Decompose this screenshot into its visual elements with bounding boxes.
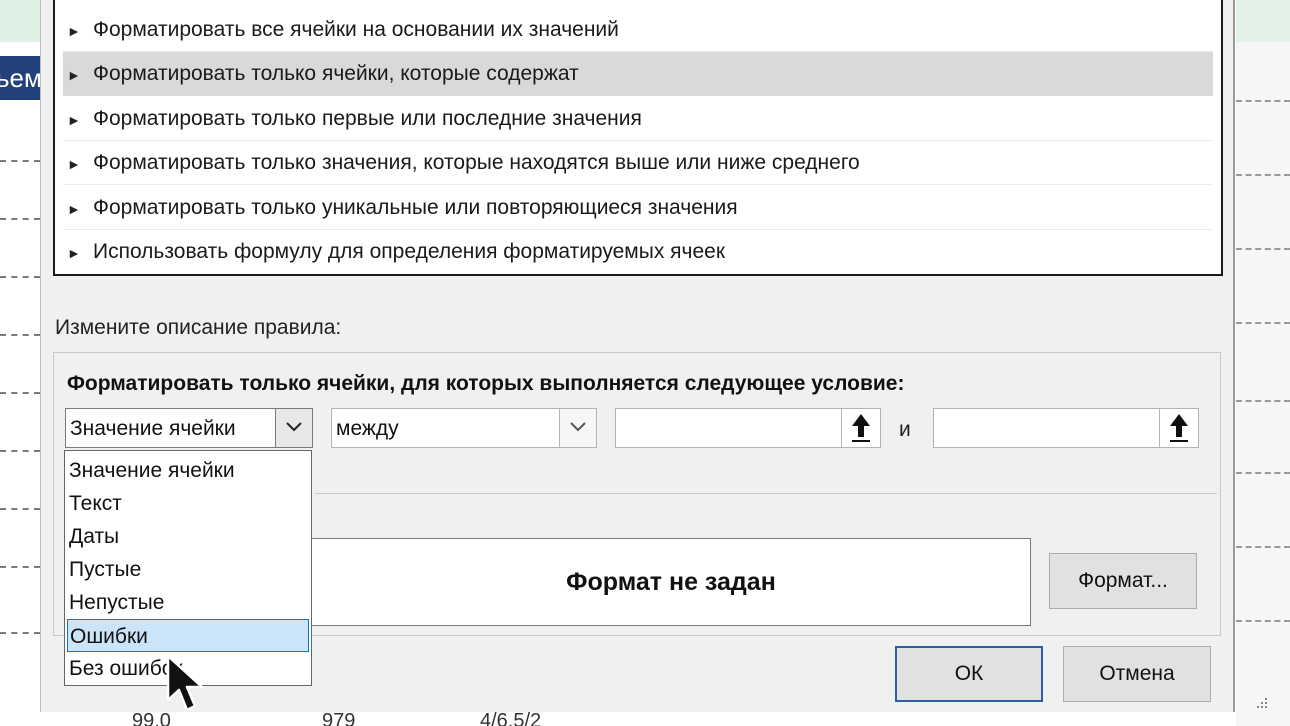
right-triangle-icon: ► bbox=[67, 23, 81, 39]
right-triangle-icon: ► bbox=[67, 67, 81, 83]
background-grid-line bbox=[0, 160, 40, 162]
rule-type-item[interactable]: ► Использовать формулу для определения фо… bbox=[63, 230, 1213, 273]
rule-type-list[interactable]: ► Форматировать все ячейки на основании и… bbox=[53, 0, 1223, 276]
background-grid-line bbox=[0, 276, 40, 278]
background-grid-line bbox=[1236, 546, 1290, 548]
background-ribbon-left bbox=[0, 0, 40, 42]
right-triangle-icon: ► bbox=[67, 112, 81, 128]
edit-description-label: Измените описание правила: bbox=[55, 316, 342, 339]
background-grid-line bbox=[1236, 100, 1290, 102]
right-triangle-icon: ► bbox=[67, 201, 81, 217]
format-preview: Формат не задан bbox=[311, 538, 1031, 626]
condition-field-dropdown[interactable]: Значение ячейки Текст Даты Пустые Непуст… bbox=[64, 450, 312, 686]
dropdown-option[interactable]: Значение ячейки bbox=[67, 454, 309, 487]
rule-type-label: Использовать формулу для определения фор… bbox=[93, 240, 726, 263]
up-arrow-icon[interactable] bbox=[1159, 409, 1198, 447]
background-cell: 4/6,5/2 bbox=[480, 712, 542, 726]
background-grid-line bbox=[0, 508, 40, 510]
and-label: и bbox=[899, 418, 911, 441]
rule-type-label: Форматировать только ячейки, которые сод… bbox=[93, 62, 579, 85]
rule-type-label: Форматировать только уникальные или повт… bbox=[93, 196, 738, 219]
value1-input[interactable] bbox=[615, 408, 881, 448]
chevron-down-icon[interactable] bbox=[559, 409, 596, 447]
rule-type-item[interactable]: ► Форматировать только уникальные или пов… bbox=[63, 186, 1213, 230]
ok-button[interactable]: ОК bbox=[895, 646, 1043, 702]
background-grid-line bbox=[0, 632, 40, 634]
cancel-button[interactable]: Отмена bbox=[1063, 646, 1211, 702]
up-arrow-icon[interactable] bbox=[841, 409, 880, 447]
rule-type-item[interactable]: ► Форматировать все ячейки на основании и… bbox=[63, 8, 1213, 52]
rule-type-label: Форматировать все ячейки на основании их… bbox=[93, 18, 619, 41]
dropdown-option[interactable]: Текст bbox=[67, 487, 309, 520]
dropdown-option[interactable]: Непустые bbox=[67, 586, 309, 619]
right-triangle-icon: ► bbox=[67, 156, 81, 172]
background-grid-line bbox=[0, 392, 40, 394]
background-sheet-right bbox=[1236, 42, 1290, 726]
background-grid-line bbox=[0, 218, 40, 220]
value2-input[interactable] bbox=[933, 408, 1199, 448]
background-cell: 979 bbox=[322, 712, 356, 726]
condition-heading: Форматировать только ячейки, для которых… bbox=[67, 372, 905, 395]
background-grid-line bbox=[0, 334, 40, 336]
background-grid-line bbox=[1236, 472, 1290, 474]
background-ribbon-right bbox=[1236, 0, 1290, 44]
background-grid-line bbox=[1236, 400, 1290, 402]
dropdown-option[interactable]: Пустые bbox=[67, 553, 309, 586]
condition-operator-select[interactable]: между bbox=[331, 408, 597, 448]
rule-type-item-selected[interactable]: ► Форматировать только ячейки, которые со… bbox=[63, 52, 1213, 96]
background-bottom-row: 99,0 979 4/6,5/2 bbox=[40, 712, 1230, 726]
dropdown-option[interactable]: Даты bbox=[67, 520, 309, 553]
mouse-pointer-icon bbox=[166, 654, 204, 712]
condition-field-value: Значение ячейки bbox=[70, 417, 236, 440]
format-button[interactable]: Формат... bbox=[1049, 553, 1197, 609]
background-grid-line bbox=[1236, 248, 1290, 250]
dropdown-option-highlighted[interactable]: Ошибки bbox=[67, 619, 309, 652]
background-grid-line bbox=[0, 450, 40, 452]
condition-field-select[interactable]: Значение ячейки bbox=[65, 408, 313, 448]
background-grid-line bbox=[0, 566, 40, 568]
chevron-down-icon[interactable] bbox=[275, 409, 312, 447]
rule-type-item[interactable]: ► Форматировать только значения, которые … bbox=[63, 141, 1213, 185]
rule-type-label: Форматировать только первые или последни… bbox=[93, 107, 642, 130]
preview-text: Формат не задан bbox=[566, 568, 776, 596]
condition-operator-value: между bbox=[336, 417, 399, 440]
divider bbox=[315, 493, 1217, 494]
right-triangle-icon: ► bbox=[67, 245, 81, 261]
background-grid-line bbox=[1236, 174, 1290, 176]
rule-type-label: Форматировать только значения, которые н… bbox=[93, 151, 860, 174]
resize-grip-icon[interactable] bbox=[1255, 698, 1269, 710]
background-sheet-tab: ьем bbox=[0, 56, 40, 100]
background-grid-line bbox=[1236, 620, 1290, 622]
rule-type-item[interactable]: ► Форматировать только первые или последн… bbox=[63, 97, 1213, 141]
background-grid-line bbox=[1236, 322, 1290, 324]
